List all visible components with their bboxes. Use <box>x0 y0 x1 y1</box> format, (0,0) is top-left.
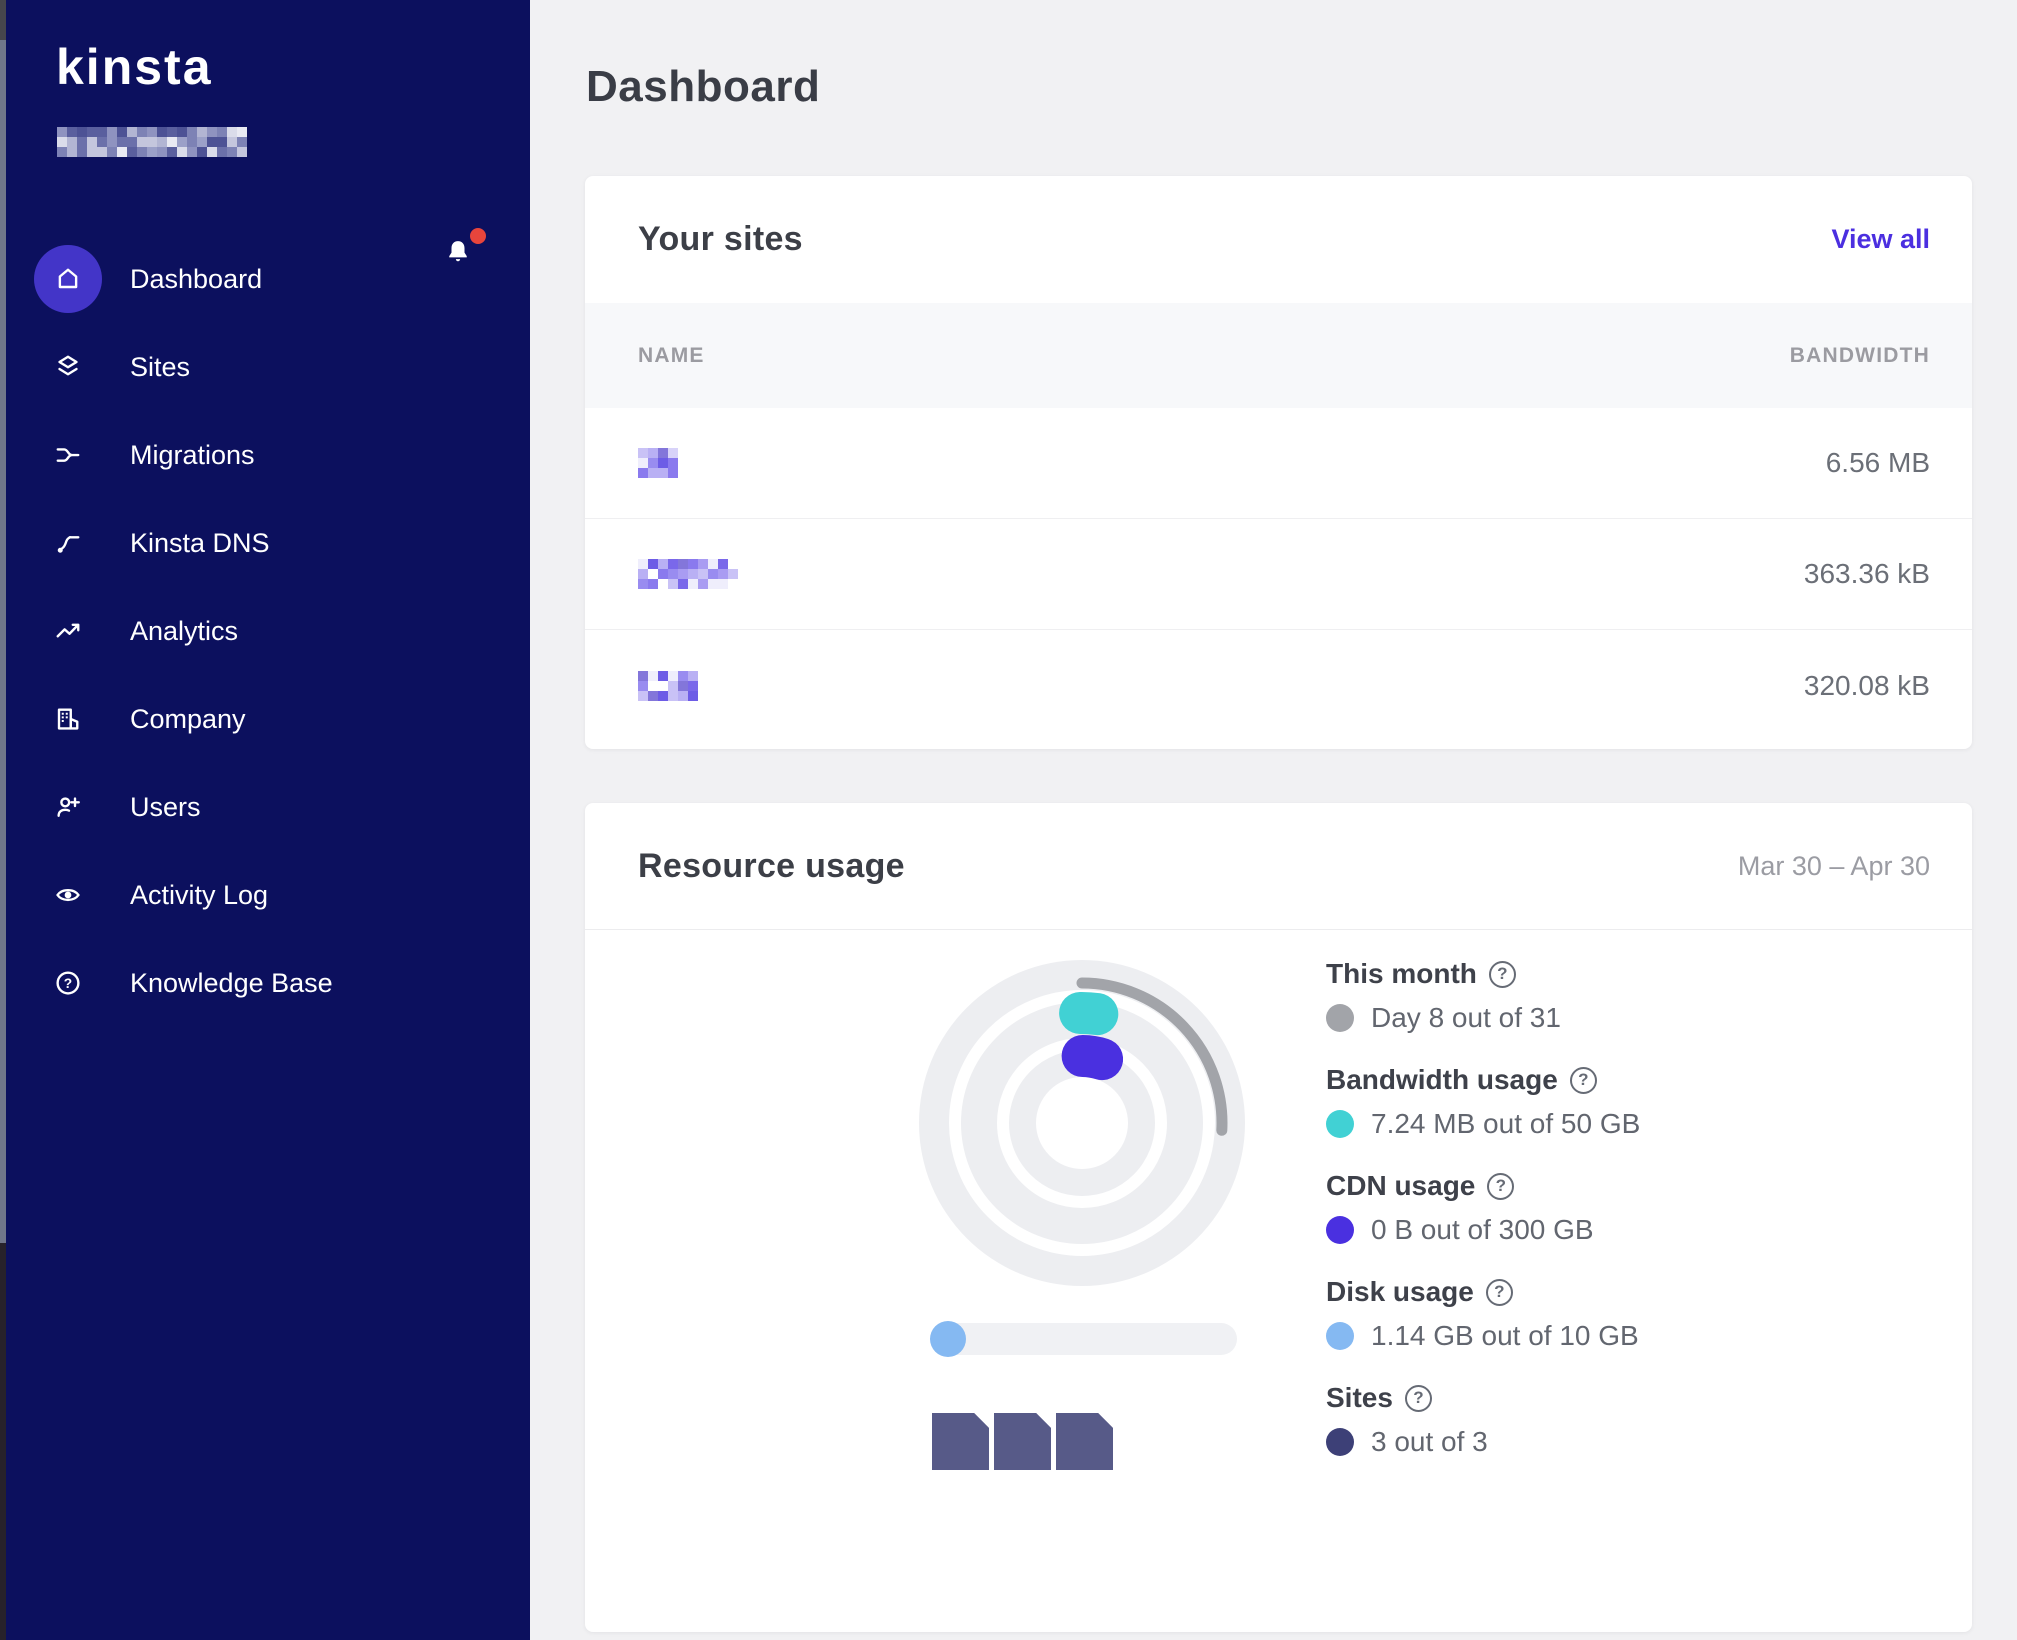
column-header-name: NAME <box>638 344 705 368</box>
main-content: Dashboard Your sites View all NAME BANDW… <box>530 0 2017 1640</box>
bandwidth-value: 6.56 MB <box>1826 447 1930 479</box>
merge-icon <box>34 421 102 489</box>
sidebar-item-label: Knowledge Base <box>130 968 333 999</box>
home-icon <box>34 245 102 313</box>
layers-icon <box>34 333 102 401</box>
window-edge-strip <box>0 0 6 1640</box>
sidebar-nav: Dashboard Sites Migrations <box>0 235 530 1027</box>
your-sites-card: Your sites View all NAME BANDWIDTH 6.56 … <box>585 176 1972 749</box>
help-icon[interactable]: ? <box>1487 1173 1514 1200</box>
sidebar-item-label: Company <box>130 704 246 735</box>
disk-usage-progress-bar <box>932 1323 1237 1355</box>
date-range: Mar 30 – Apr 30 <box>1738 851 1930 882</box>
resource-card-title: Resource usage <box>638 847 905 886</box>
legend-value: 7.24 MB out of 50 GB <box>1371 1108 1640 1140</box>
legend-label: Disk usage <box>1326 1276 1474 1308</box>
sidebar-item-dashboard[interactable]: Dashboard <box>0 235 530 323</box>
trending-up-icon <box>34 597 102 665</box>
bandwidth-value: 320.08 kB <box>1804 670 1930 702</box>
legend-label: Bandwidth usage <box>1326 1064 1558 1096</box>
sidebar-item-label: Migrations <box>130 440 255 471</box>
sidebar-item-activity-log[interactable]: Activity Log <box>0 851 530 939</box>
sites-card-title: Your sites <box>638 220 803 259</box>
sidebar-item-label: Users <box>130 792 201 823</box>
resource-donut-chart <box>912 953 1252 1293</box>
page-title: Dashboard <box>586 62 820 112</box>
legend-item-disk: Disk usage ? 1.14 GB out of 10 GB <box>1326 1276 1946 1352</box>
person-add-icon <box>34 773 102 841</box>
sidebar-item-label: Sites <box>130 352 190 383</box>
cdn-usage-arc <box>1083 1056 1103 1059</box>
kinsta-logo: kinsta <box>56 38 213 96</box>
sidebar-item-label: Dashboard <box>130 264 262 295</box>
resource-legend: This month ? Day 8 out of 31 Bandwidth u… <box>1326 958 1946 1488</box>
sidebar-item-analytics[interactable]: Analytics <box>0 587 530 675</box>
sites-table-header: NAME BANDWIDTH <box>585 303 1972 408</box>
question-circle-icon: ? <box>34 949 102 1017</box>
table-row: 363.36 kB <box>585 519 1972 630</box>
site-slot-icon <box>1056 1413 1113 1470</box>
help-icon[interactable]: ? <box>1486 1279 1513 1306</box>
eye-icon <box>34 861 102 929</box>
help-icon[interactable]: ? <box>1570 1067 1597 1094</box>
legend-value: 3 out of 3 <box>1371 1426 1488 1458</box>
legend-value: 0 B out of 300 GB <box>1371 1214 1594 1246</box>
legend-label: CDN usage <box>1326 1170 1475 1202</box>
site-slot-icon <box>932 1413 989 1470</box>
resource-usage-card: Resource usage Mar 30 – Apr 30 <box>585 803 1972 1632</box>
disk-usage-progress-fill <box>930 1321 966 1357</box>
account-row <box>0 112 530 172</box>
bandwidth-usage-arc <box>1080 1013 1097 1014</box>
edge-strip-bottom <box>0 1243 6 1640</box>
site-name-redacted[interactable] <box>638 448 678 478</box>
route-icon <box>34 509 102 577</box>
sidebar: kinsta Dashboard <box>0 0 530 1640</box>
help-icon[interactable]: ? <box>1405 1385 1432 1412</box>
sidebar-item-label: Activity Log <box>130 880 268 911</box>
legend-item-sites: Sites ? 3 out of 3 <box>1326 1382 1946 1458</box>
legend-dot <box>1326 1110 1354 1138</box>
site-name-redacted[interactable] <box>638 671 698 701</box>
edge-strip-middle <box>0 40 6 1243</box>
legend-item-this-month: This month ? Day 8 out of 31 <box>1326 958 1946 1034</box>
svg-text:?: ? <box>64 976 72 991</box>
site-name-redacted[interactable] <box>638 559 738 589</box>
table-row: 320.08 kB <box>585 630 1972 741</box>
sidebar-item-label: Analytics <box>130 616 238 647</box>
sidebar-item-users[interactable]: Users <box>0 763 530 851</box>
help-icon[interactable]: ? <box>1489 961 1516 988</box>
legend-dot <box>1326 1322 1354 1350</box>
legend-dot <box>1326 1428 1354 1456</box>
legend-value: 1.14 GB out of 10 GB <box>1371 1320 1639 1352</box>
sidebar-item-kinsta-dns[interactable]: Kinsta DNS <box>0 499 530 587</box>
building-icon <box>34 685 102 753</box>
bandwidth-value: 363.36 kB <box>1804 558 1930 590</box>
edge-strip-top <box>0 0 6 40</box>
sidebar-item-sites[interactable]: Sites <box>0 323 530 411</box>
legend-item-cdn: CDN usage ? 0 B out of 300 GB <box>1326 1170 1946 1246</box>
legend-label: This month <box>1326 958 1477 990</box>
sidebar-item-knowledge-base[interactable]: ? Knowledge Base <box>0 939 530 1027</box>
legend-dot <box>1326 1216 1354 1244</box>
sidebar-item-migrations[interactable]: Migrations <box>0 411 530 499</box>
account-name-redacted[interactable] <box>57 127 247 157</box>
view-all-link[interactable]: View all <box>1831 224 1930 255</box>
column-header-bandwidth: BANDWIDTH <box>1790 344 1930 368</box>
table-row: 6.56 MB <box>585 408 1972 519</box>
legend-dot <box>1326 1004 1354 1032</box>
sidebar-item-label: Kinsta DNS <box>130 528 270 559</box>
legend-item-bandwidth: Bandwidth usage ? 7.24 MB out of 50 GB <box>1326 1064 1946 1140</box>
legend-label: Sites <box>1326 1382 1393 1414</box>
site-slot-icon <box>994 1413 1051 1470</box>
sites-usage-squares <box>932 1413 1113 1470</box>
legend-value: Day 8 out of 31 <box>1371 1002 1561 1034</box>
sidebar-item-company[interactable]: Company <box>0 675 530 763</box>
